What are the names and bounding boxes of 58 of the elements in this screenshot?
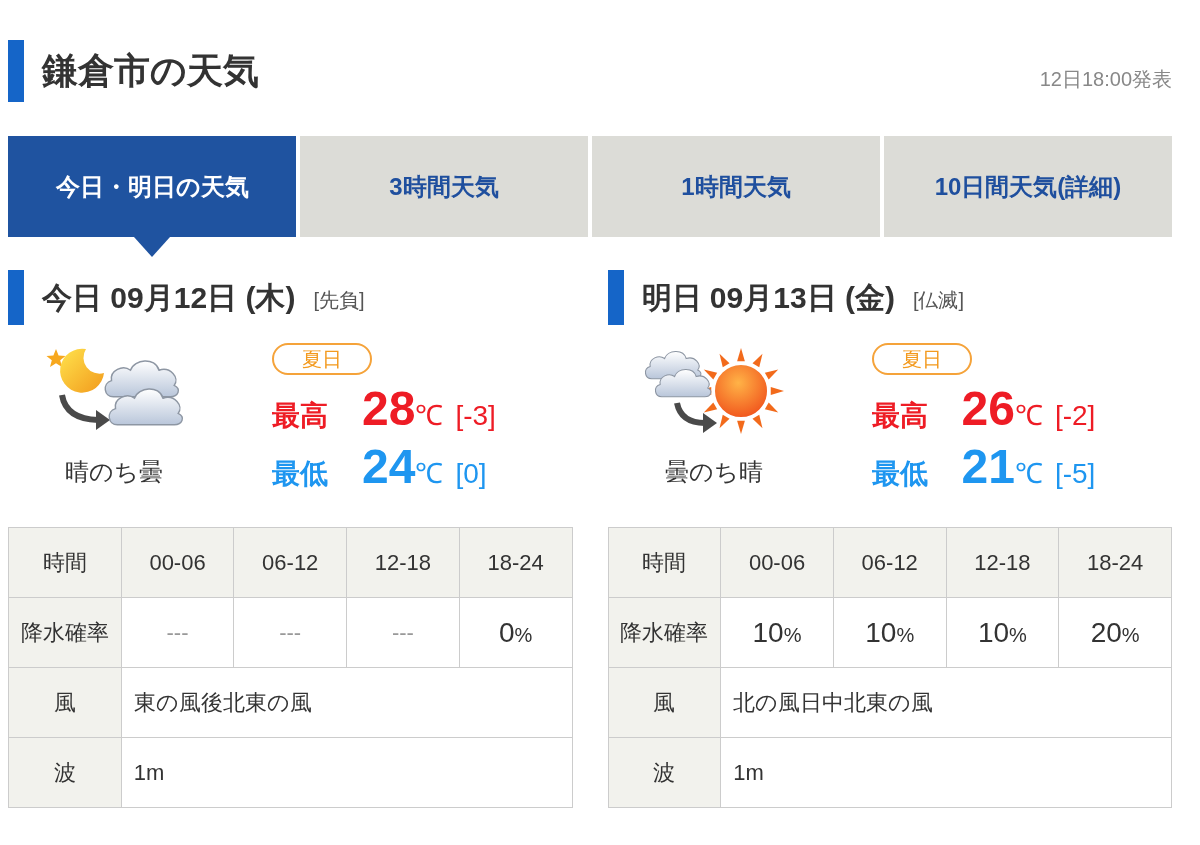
table-cell: ---: [346, 597, 460, 668]
table-header-cell: 時間: [8, 527, 122, 598]
table-cell: 20%: [1058, 597, 1172, 668]
table-cell: ---: [121, 597, 234, 668]
table-header-cell: 降水確率: [608, 597, 721, 668]
table-cell: 東の風後北東の風: [121, 667, 572, 738]
heading-accent-bar: [8, 270, 24, 325]
table-cell: 0%: [459, 597, 572, 668]
tab[interactable]: 1時間天気: [592, 136, 880, 237]
table-cell: 1m: [720, 737, 1172, 808]
table-header-cell: 06-12: [833, 527, 947, 598]
table-cell: ---: [233, 597, 347, 668]
temperature-difference: [-5]: [1054, 457, 1096, 491]
weather-label: 晴のち曇: [65, 457, 163, 487]
table-header-cell: 00-06: [720, 527, 834, 598]
tab-pointer-icon: [134, 237, 170, 257]
title-accent-bar: [8, 40, 24, 102]
table-header-cell: 時間: [608, 527, 721, 598]
badge: 夏日: [871, 343, 972, 375]
temperature-label: 最低: [272, 457, 329, 491]
heading-accent-bar: [607, 270, 624, 325]
table-header-cell: 風: [8, 667, 122, 738]
day-heading: 今日 09月12日 (木): [42, 280, 296, 316]
temperature-value: 21℃: [961, 443, 1043, 491]
table-cell: 10%: [946, 597, 1059, 668]
table-header-cell: 降水確率: [8, 597, 122, 668]
table-cell: 1m: [121, 737, 572, 808]
tab[interactable]: 10日間天気(詳細): [884, 136, 1172, 237]
rokuyo-label: [先負]: [313, 287, 365, 313]
table-header-cell: 18-24: [1058, 527, 1172, 598]
temperature-value: 26℃: [961, 385, 1043, 433]
table-cell: 北の風日中北東の風: [720, 667, 1172, 738]
rokuyo-label: [仏滅]: [912, 287, 964, 313]
weather-label: 曇のち晴: [664, 457, 763, 487]
day-heading: 明日 09月13日 (金): [641, 280, 895, 316]
page-title: 鎌倉市の天気: [42, 49, 259, 93]
table-header-cell: 00-06: [121, 527, 234, 598]
issued-time: 12日18:00発表: [1039, 67, 1172, 92]
table-cell: 10%: [833, 597, 947, 668]
table-header-cell: 風: [608, 667, 721, 738]
tab[interactable]: 3時間天気: [300, 136, 588, 237]
table-header-cell: 波: [8, 737, 122, 808]
tab[interactable]: 今日・明日の天気: [8, 136, 296, 237]
table-header-cell: 波: [608, 737, 721, 808]
table-header-cell: 12-18: [946, 527, 1059, 598]
temperature-label: 最低: [871, 457, 929, 491]
table-header-cell: 06-12: [233, 527, 347, 598]
table-cell: 10%: [720, 597, 834, 668]
temperature-value: 28℃: [362, 385, 444, 433]
table-header-cell: 12-18: [346, 527, 460, 598]
temperature-label: 最高: [871, 399, 929, 433]
temperature-difference: [-3]: [455, 399, 496, 433]
temperature-difference: [0]: [455, 457, 487, 491]
temperature-label: 最高: [272, 399, 329, 433]
temperature-value: 24℃: [362, 443, 444, 491]
table-header-cell: 18-24: [459, 527, 572, 598]
badge: 夏日: [272, 343, 372, 375]
temperature-difference: [-2]: [1054, 399, 1096, 433]
